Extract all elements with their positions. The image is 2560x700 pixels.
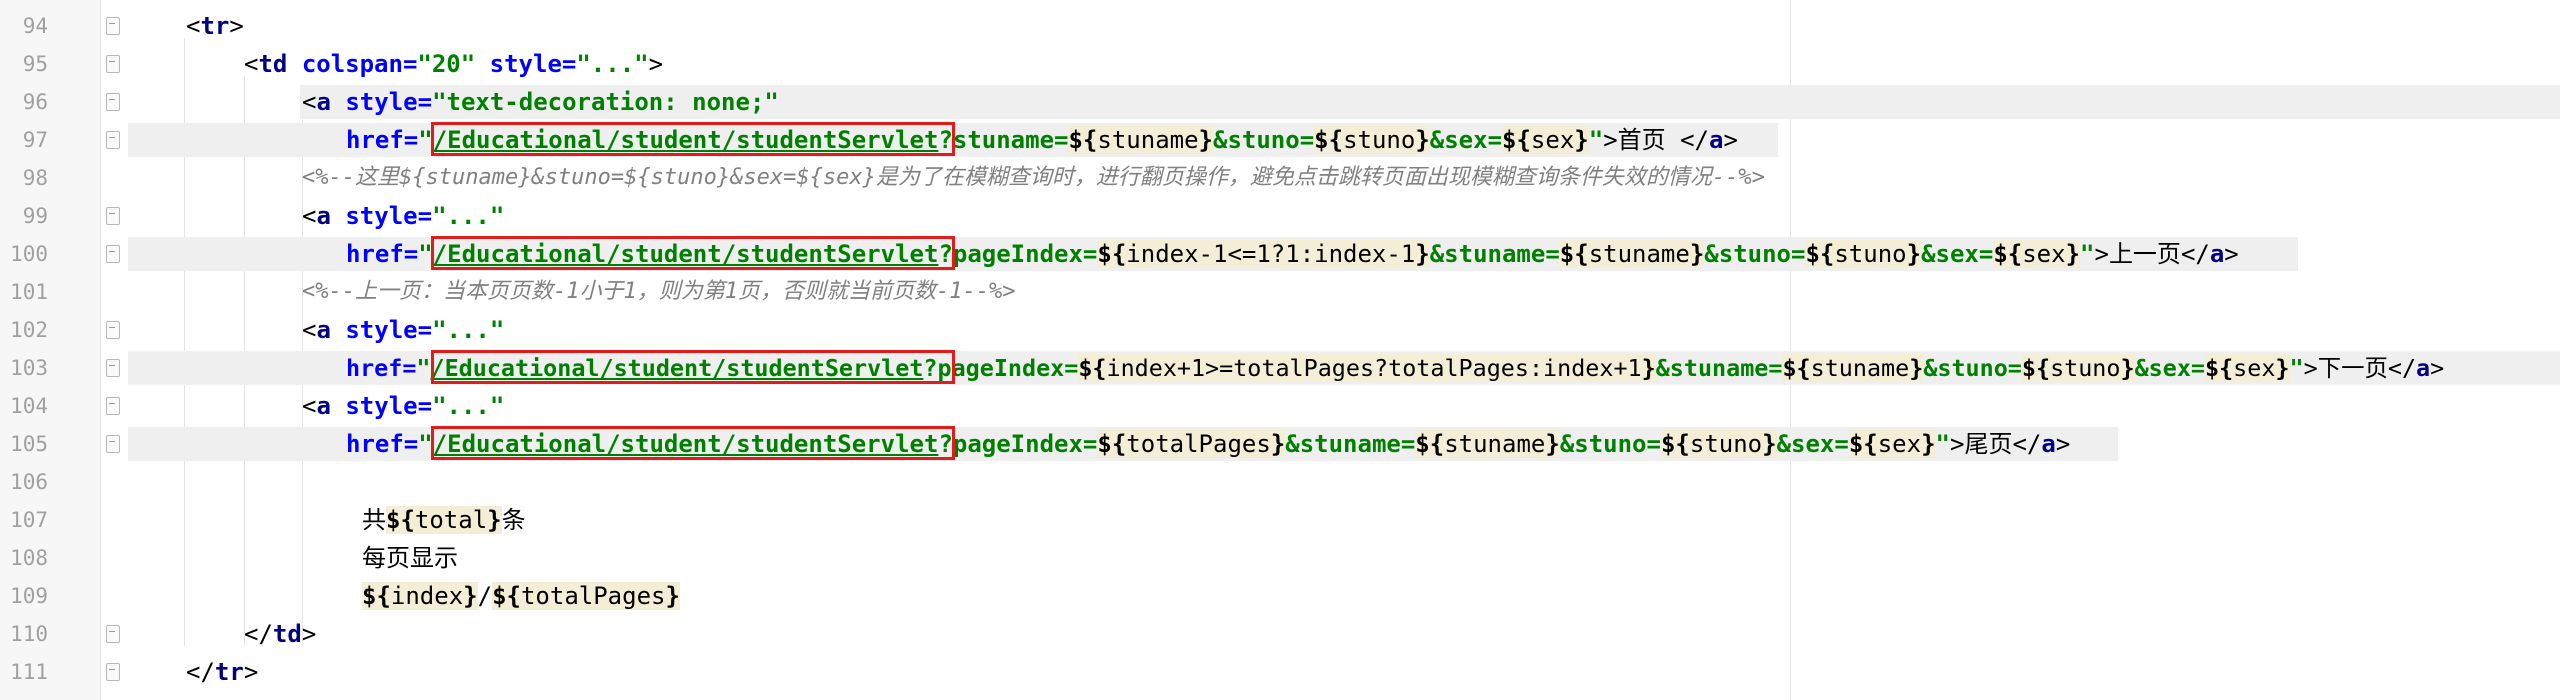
fold-marker-icon[interactable] — [106, 663, 120, 681]
code-text: <tr> — [186, 12, 244, 40]
line-number: 100 — [10, 242, 48, 266]
code-line[interactable]: 104 <a style="..." — [0, 387, 2560, 425]
code-text: <td colspan="20" style="..."> — [244, 50, 664, 78]
code-text: 共${total}条 — [362, 506, 526, 534]
comment-text: <%--上一页：当本页页数-1小于1，则为第1页，否则就当前页数-1--%> — [302, 279, 1016, 304]
code-text: <a style="text-decoration: none;" — [302, 88, 779, 116]
code-line[interactable]: 101 <%--上一页：当本页页数-1小于1，则为第1页，否则就当前页数-1--… — [0, 273, 2560, 311]
line-number: 105 — [10, 432, 48, 456]
code-line[interactable]: 103 href="/Educational/student/studentSe… — [0, 349, 2560, 387]
fold-marker-icon[interactable] — [106, 397, 120, 415]
fold-marker-icon[interactable] — [106, 207, 120, 225]
fold-marker-icon[interactable] — [106, 93, 120, 111]
line-number: 108 — [10, 546, 48, 570]
line-number: 99 — [22, 204, 48, 228]
code-editor[interactable]: 94 <tr> 95 <td colspan="20" style="...">… — [0, 0, 2560, 700]
comment-text: <%--这里${stuname}&stuno=${stuno}&sex=${se… — [302, 165, 1765, 190]
code-text: 每页显示 — [362, 544, 458, 572]
line-number: 95 — [22, 52, 48, 76]
code-line[interactable]: 98 <%--这里${stuname}&stuno=${stuno}&sex=$… — [0, 159, 2560, 197]
fold-marker-icon[interactable] — [106, 17, 120, 35]
code-line[interactable]: 109 ${index}/${totalPages} — [0, 577, 2560, 615]
line-number: 107 — [10, 508, 48, 532]
code-line[interactable]: 94 <tr> — [0, 7, 2560, 45]
fold-marker-icon[interactable] — [106, 245, 120, 263]
code-text: ${index}/${totalPages} — [362, 582, 680, 610]
code-text: </tr> — [186, 658, 259, 686]
highlight-box — [431, 426, 955, 460]
highlight-box — [431, 350, 955, 384]
code-line[interactable]: 99 <a style="..." — [0, 197, 2560, 235]
code-text: <a style="..." — [302, 392, 505, 420]
line-number: 98 — [22, 166, 48, 190]
code-line[interactable]: 111 </tr> — [0, 653, 2560, 691]
code-line[interactable]: 95 <td colspan="20" style="..."> — [0, 45, 2560, 83]
code-line[interactable]: 110 </td> — [0, 615, 2560, 653]
code-line[interactable]: 106 — [0, 463, 2560, 501]
fold-marker-icon[interactable] — [106, 359, 120, 377]
code-line[interactable]: 100 href="/Educational/student/studentSe… — [0, 235, 2560, 273]
code-line[interactable]: 96 <a style="text-decoration: none;" — [0, 83, 2560, 121]
code-line[interactable]: 107 共${total}条 — [0, 501, 2560, 539]
code-text: <a style="..." — [302, 316, 505, 344]
fold-marker-icon[interactable] — [106, 321, 120, 339]
line-number: 94 — [22, 14, 48, 38]
line-number: 96 — [22, 90, 48, 114]
line-number: 101 — [10, 280, 48, 304]
code-line[interactable]: 105 href="/Educational/student/studentSe… — [0, 425, 2560, 463]
line-number: 97 — [22, 128, 48, 152]
line-number: 104 — [10, 394, 48, 418]
code-text: <a style="..." — [302, 202, 505, 230]
line-number: 106 — [10, 470, 48, 494]
line-number: 110 — [10, 622, 48, 646]
fold-marker-icon[interactable] — [106, 55, 120, 73]
fold-marker-icon[interactable] — [106, 435, 120, 453]
line-number: 103 — [10, 356, 48, 380]
fold-marker-icon[interactable] — [106, 131, 120, 149]
code-text: </td> — [244, 620, 317, 648]
code-line[interactable]: 97 href="/Educational/student/studentSer… — [0, 121, 2560, 159]
fold-marker-icon[interactable] — [106, 625, 120, 643]
line-number: 111 — [10, 660, 48, 684]
code-line[interactable]: 108 每页显示 — [0, 539, 2560, 577]
code-line[interactable]: 102 <a style="..." — [0, 311, 2560, 349]
highlight-box — [431, 122, 955, 156]
line-number: 102 — [10, 318, 48, 342]
line-number: 109 — [10, 584, 48, 608]
highlight-box — [431, 236, 955, 270]
